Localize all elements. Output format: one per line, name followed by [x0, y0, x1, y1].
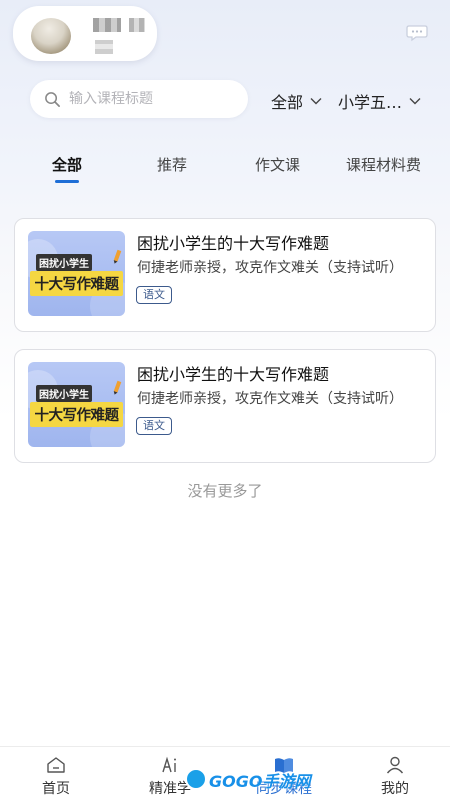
thumbnail-caption: 困扰小学生: [36, 254, 92, 271]
ai-icon: [162, 756, 176, 773]
course-title: 困扰小学生的十大写作难题: [137, 365, 330, 384]
tab-composition[interactable]: 作文课: [255, 154, 300, 175]
thumbnail-headline: 十大写作难题: [30, 402, 123, 427]
message-icon[interactable]: [406, 24, 428, 42]
pencil-icon: [113, 380, 122, 395]
thumbnail-headline: 十大写作难题: [30, 271, 123, 296]
tab-recommended[interactable]: 推荐: [157, 154, 187, 175]
subject-tag: 语文: [136, 286, 172, 304]
search-input[interactable]: [69, 91, 229, 107]
grade-filter[interactable]: 小学五…: [338, 89, 421, 113]
course-description: 何捷老师亲授，攻克作文难关（支持试听）: [137, 260, 403, 276]
tab-material-fee[interactable]: 课程材料费: [346, 154, 421, 175]
watermark-text: GOGO手游网: [209, 772, 311, 791]
course-card[interactable]: 困扰小学生 十大写作难题 困扰小学生的十大写作难题 何捷老师亲授，攻克作文难关（…: [14, 218, 436, 332]
chevron-down-icon: [409, 98, 421, 105]
course-card[interactable]: 困扰小学生 十大写作难题 困扰小学生的十大写作难题 何捷老师亲授，攻克作文难关（…: [14, 349, 436, 463]
category-filter-label: 全部: [271, 93, 304, 112]
user-info-obscured: [95, 40, 113, 54]
pencil-icon: [113, 249, 122, 264]
course-description: 何捷老师亲授，攻克作文难关（支持试听）: [137, 391, 403, 407]
nav-mine-label: 我的: [381, 781, 409, 797]
subject-tag: 语文: [136, 417, 172, 435]
course-thumbnail[interactable]: 困扰小学生 十大写作难题: [28, 231, 125, 316]
search-bar[interactable]: [30, 80, 248, 118]
nav-home[interactable]: 首页: [11, 747, 101, 800]
chevron-down-icon: [310, 98, 322, 105]
active-tab-indicator: [55, 180, 79, 183]
nav-home-label: 首页: [42, 781, 70, 797]
list-end-text: 没有更多了: [187, 482, 263, 500]
username-obscured-2: [129, 18, 145, 32]
thumbnail-caption: 困扰小学生: [36, 385, 92, 402]
category-filter[interactable]: 全部: [271, 89, 322, 113]
avatar[interactable]: [31, 18, 71, 54]
tab-all[interactable]: 全部: [52, 154, 82, 175]
nav-mine[interactable]: 我的: [350, 747, 440, 800]
profile-card[interactable]: [13, 6, 157, 61]
grade-filter-label: 小学五…: [338, 93, 403, 112]
home-icon: [47, 757, 65, 773]
search-icon: [45, 91, 60, 107]
course-title: 困扰小学生的十大写作难题: [137, 234, 330, 253]
watermark: GOGO手游网: [181, 764, 310, 796]
username-obscured: [93, 18, 121, 32]
user-icon: [386, 756, 404, 774]
course-thumbnail[interactable]: 困扰小学生 十大写作难题: [28, 362, 125, 447]
